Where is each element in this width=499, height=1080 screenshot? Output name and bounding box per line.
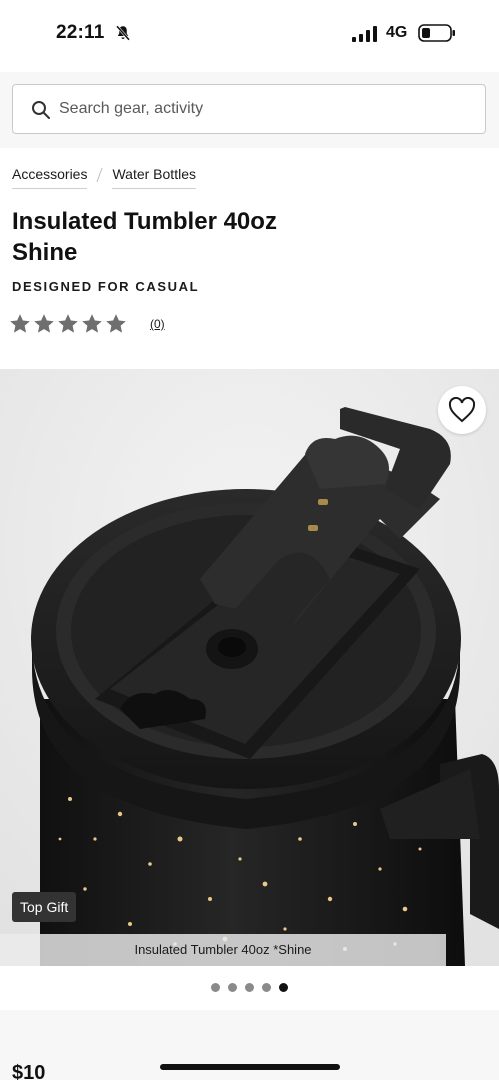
star-icon bbox=[82, 314, 102, 333]
battery-icon bbox=[418, 24, 455, 42]
status-time: 22:11 bbox=[56, 22, 105, 43]
gallery-pagination bbox=[0, 983, 499, 992]
image-caption: Insulated Tumbler 40oz *Shine bbox=[0, 934, 446, 966]
gallery-dot-active[interactable] bbox=[279, 983, 288, 992]
star-icon bbox=[106, 314, 126, 333]
search-box[interactable] bbox=[12, 84, 486, 134]
home-indicator[interactable] bbox=[160, 1064, 340, 1070]
star-rating bbox=[8, 312, 128, 336]
star-icon bbox=[10, 314, 30, 333]
wishlist-button[interactable] bbox=[438, 386, 486, 434]
gallery-dot[interactable] bbox=[211, 983, 220, 992]
search-input[interactable] bbox=[59, 85, 469, 133]
network-type: 4G bbox=[386, 24, 408, 41]
price-text: $10 bbox=[12, 1062, 46, 1080]
search-icon bbox=[32, 101, 50, 119]
breadcrumb-water-bottles[interactable]: Water Bottles bbox=[112, 166, 196, 189]
product-image bbox=[0, 369, 499, 966]
star-icon bbox=[58, 314, 78, 333]
status-bar: 22:11 4G bbox=[0, 0, 499, 72]
breadcrumb-accessories[interactable]: Accessories bbox=[12, 166, 88, 189]
product-image-gallery[interactable] bbox=[0, 369, 499, 966]
page-title: Insulated Tumbler 40oz Shine bbox=[12, 208, 277, 266]
gallery-dot[interactable] bbox=[262, 983, 271, 992]
bell-slash-icon bbox=[116, 25, 130, 41]
review-count-link[interactable]: (0) bbox=[150, 317, 165, 331]
signal-strength-icon bbox=[352, 26, 377, 42]
designed-for-label: DESIGNED FOR CASUAL bbox=[12, 279, 200, 294]
gallery-dot[interactable] bbox=[228, 983, 237, 992]
gallery-dot[interactable] bbox=[245, 983, 254, 992]
breadcrumb: Accessories Water Bottles bbox=[12, 166, 196, 189]
star-icon bbox=[34, 314, 54, 333]
heart-outline-icon bbox=[448, 397, 476, 423]
breadcrumb-separator bbox=[96, 167, 104, 182]
rating-row[interactable]: (0) bbox=[8, 312, 165, 336]
search-area bbox=[0, 72, 499, 148]
top-gift-badge: Top Gift bbox=[12, 892, 77, 922]
